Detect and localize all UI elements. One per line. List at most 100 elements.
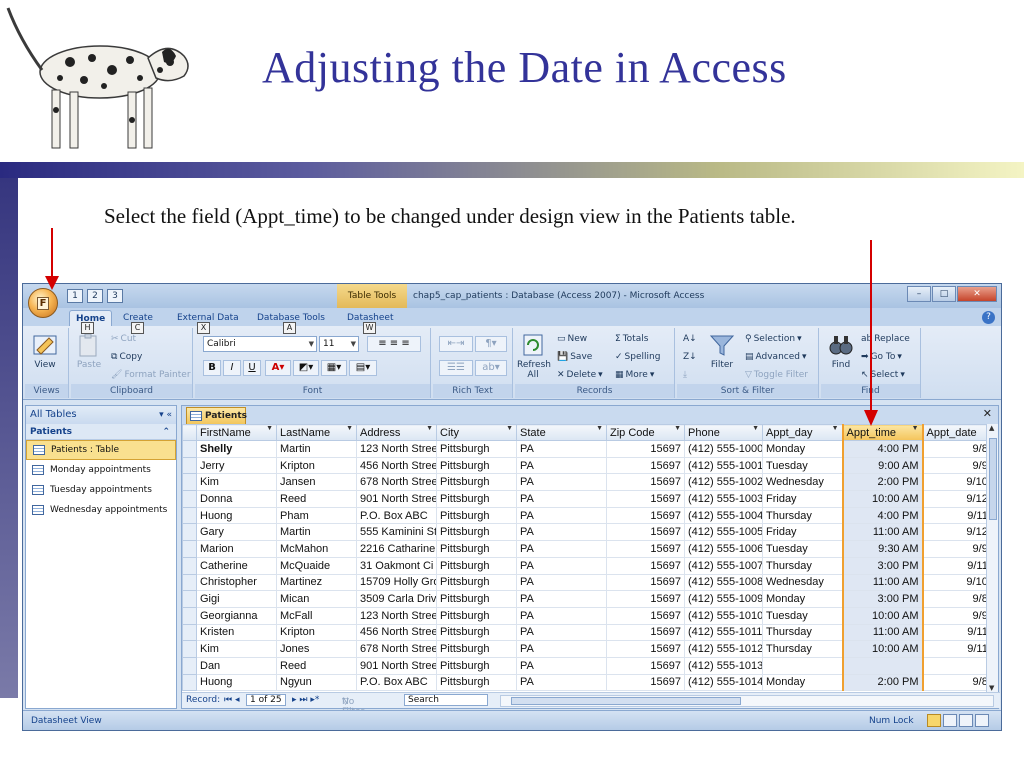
- row-selector[interactable]: [182, 640, 197, 658]
- table-cell[interactable]: Pittsburgh: [436, 540, 517, 558]
- paste-button[interactable]: Paste: [75, 332, 103, 370]
- table-cell[interactable]: Friday: [762, 523, 843, 542]
- table-cell[interactable]: Gary: [196, 523, 277, 542]
- table-cell[interactable]: 2:00 PM: [841, 673, 924, 692]
- table-cell[interactable]: (412) 555-1002: [684, 473, 763, 492]
- scroll-down-icon[interactable]: ▼: [989, 684, 994, 692]
- table-cell[interactable]: Catherine: [196, 556, 277, 575]
- filter-button[interactable]: Filter: [705, 332, 739, 370]
- table-cell[interactable]: 9/12/2: [922, 523, 988, 542]
- table-cell[interactable]: 15697: [606, 456, 685, 475]
- column-header[interactable]: Zip Code ▼: [606, 424, 685, 441]
- table-row[interactable]: Dan Reed 901 North Stree Pittsburgh PA 15697(…: [182, 656, 988, 675]
- table-cell[interactable]: [762, 656, 843, 675]
- table-cell[interactable]: 11:00 AM: [841, 623, 924, 642]
- table-cell[interactable]: Thursday: [762, 623, 843, 642]
- table-cell[interactable]: Pittsburgh: [436, 556, 517, 575]
- table-cell[interactable]: 9/11/2: [922, 623, 988, 642]
- table-cell[interactable]: 9/9/2: [922, 606, 988, 625]
- table-cell[interactable]: Pittsburgh: [436, 673, 517, 692]
- row-selector[interactable]: [182, 656, 197, 675]
- table-cell[interactable]: Pittsburgh: [436, 640, 517, 658]
- table-cell[interactable]: (412) 555-1000: [684, 440, 763, 458]
- table-row[interactable]: Christopher Martinez 15709 Holly Gro Pittsb…: [182, 573, 988, 592]
- row-selector[interactable]: [182, 623, 197, 642]
- design-view-icon[interactable]: [975, 714, 989, 727]
- font-color-button[interactable]: A▾: [265, 360, 291, 376]
- spelling-button[interactable]: ✓ Spelling: [615, 352, 660, 362]
- hscroll-thumb[interactable]: [511, 697, 741, 705]
- scroll-up-icon[interactable]: ▲: [989, 424, 994, 432]
- refresh-all-button[interactable]: Refresh All: [517, 332, 551, 380]
- table-row[interactable]: Donna Reed 901 North Stree Pittsburgh PA 1569…: [182, 490, 988, 508]
- table-cell[interactable]: PA: [516, 673, 607, 692]
- table-cell[interactable]: (412) 555-1009: [684, 590, 763, 608]
- more-button[interactable]: ▦ More ▾: [615, 370, 654, 380]
- nav-item-monday-appointments[interactable]: Monday appointments: [26, 460, 176, 480]
- table-cell[interactable]: 9/11/2: [922, 640, 988, 658]
- table-cell[interactable]: Kristen: [196, 623, 277, 642]
- table-cell[interactable]: Jerry: [196, 456, 277, 475]
- row-selector[interactable]: [182, 490, 197, 508]
- table-row[interactable]: Gigi Mican 3509 Carla Driv Pittsburgh PA 1569…: [182, 590, 988, 608]
- table-cell[interactable]: 15697: [606, 523, 685, 542]
- table-cell[interactable]: Pham: [276, 506, 357, 525]
- copy-button[interactable]: ⧉ Copy: [111, 352, 142, 362]
- table-row[interactable]: Catherine McQuaide 31 Oakmont Ci Pittsburgh…: [182, 556, 988, 575]
- table-cell[interactable]: PA: [516, 590, 607, 608]
- table-row[interactable]: Huong Pham P.O. Box ABC Pittsburgh PA 15697 (4…: [182, 506, 988, 525]
- indent-buttons[interactable]: ⇤⇥: [439, 336, 473, 352]
- collapse-icon[interactable]: ⌃: [162, 424, 170, 440]
- nav-pane-menu-icon[interactable]: ▾ «: [159, 406, 172, 424]
- table-cell[interactable]: 15709 Holly Gro: [356, 573, 437, 592]
- table-cell[interactable]: Jansen: [276, 473, 357, 492]
- table-cell[interactable]: 9/8/2: [922, 590, 988, 608]
- table-cell[interactable]: 9/11/2: [922, 556, 988, 575]
- column-header[interactable]: State ▼: [516, 424, 607, 441]
- table-cell[interactable]: (412) 555-1008: [684, 573, 763, 592]
- sort-ascending-button[interactable]: A↓: [683, 334, 697, 344]
- row-selector[interactable]: [182, 456, 197, 475]
- office-button[interactable]: F: [28, 288, 58, 318]
- chevron-down-icon[interactable]: ▼: [832, 426, 839, 433]
- table-cell[interactable]: 10:00 AM: [841, 490, 924, 508]
- table-cell[interactable]: Marion: [196, 540, 277, 558]
- chevron-down-icon[interactable]: ▼: [506, 426, 513, 433]
- table-cell[interactable]: 456 North Stree: [356, 456, 437, 475]
- scroll-thumb[interactable]: [989, 438, 997, 520]
- table-row[interactable]: Gary Martin 555 Kaminini St Pittsburgh PA 156…: [182, 523, 988, 542]
- table-cell[interactable]: Kripton: [276, 456, 357, 475]
- table-cell[interactable]: 2:00 PM: [841, 473, 924, 492]
- alternate-fill-button[interactable]: ▤▾: [349, 360, 377, 376]
- table-cell[interactable]: Thursday: [762, 640, 843, 658]
- table-cell[interactable]: 11:00 AM: [841, 573, 924, 592]
- table-cell[interactable]: P.O. Box ABC: [356, 673, 437, 692]
- table-cell[interactable]: 901 North Stree: [356, 490, 437, 508]
- table-cell[interactable]: Pittsburgh: [436, 490, 517, 508]
- table-row[interactable]: Kristen Kripton 456 North Stree Pittsburgh P…: [182, 623, 988, 642]
- table-cell[interactable]: PA: [516, 490, 607, 508]
- table-cell[interactable]: 9/12/2: [922, 490, 988, 508]
- table-cell[interactable]: 901 North Stree: [356, 656, 437, 675]
- row-selector[interactable]: [182, 473, 197, 492]
- table-cell[interactable]: Monday: [762, 673, 843, 692]
- nav-item-tuesday-appointments[interactable]: Tuesday appointments: [26, 480, 176, 500]
- table-cell[interactable]: 15697: [606, 623, 685, 642]
- table-row[interactable]: Huong Ngyun P.O. Box ABC Pittsburgh PA 15697(…: [182, 673, 988, 692]
- table-cell[interactable]: 123 North Stree: [356, 440, 437, 458]
- vertical-scrollbar[interactable]: ▲ ▼: [986, 424, 998, 692]
- table-cell[interactable]: [922, 656, 988, 675]
- table-cell[interactable]: PA: [516, 556, 607, 575]
- row-selector[interactable]: [182, 556, 197, 575]
- nav-group-patients[interactable]: Patients ⌃: [26, 424, 176, 440]
- table-cell[interactable]: PA: [516, 540, 607, 558]
- table-row[interactable]: Marion McMahon 2216 Catharine Pittsburgh PA 1…: [182, 540, 988, 558]
- table-cell[interactable]: 10:00 AM: [841, 640, 924, 658]
- table-cell[interactable]: PA: [516, 656, 607, 675]
- table-cell[interactable]: 9/10/2: [922, 473, 988, 492]
- table-cell[interactable]: 9/8/2: [922, 673, 988, 692]
- table-cell[interactable]: 678 North Stree: [356, 473, 437, 492]
- table-cell[interactable]: PA: [516, 640, 607, 658]
- table-cell[interactable]: (412) 555-1005: [684, 523, 763, 542]
- row-selector[interactable]: [182, 506, 197, 525]
